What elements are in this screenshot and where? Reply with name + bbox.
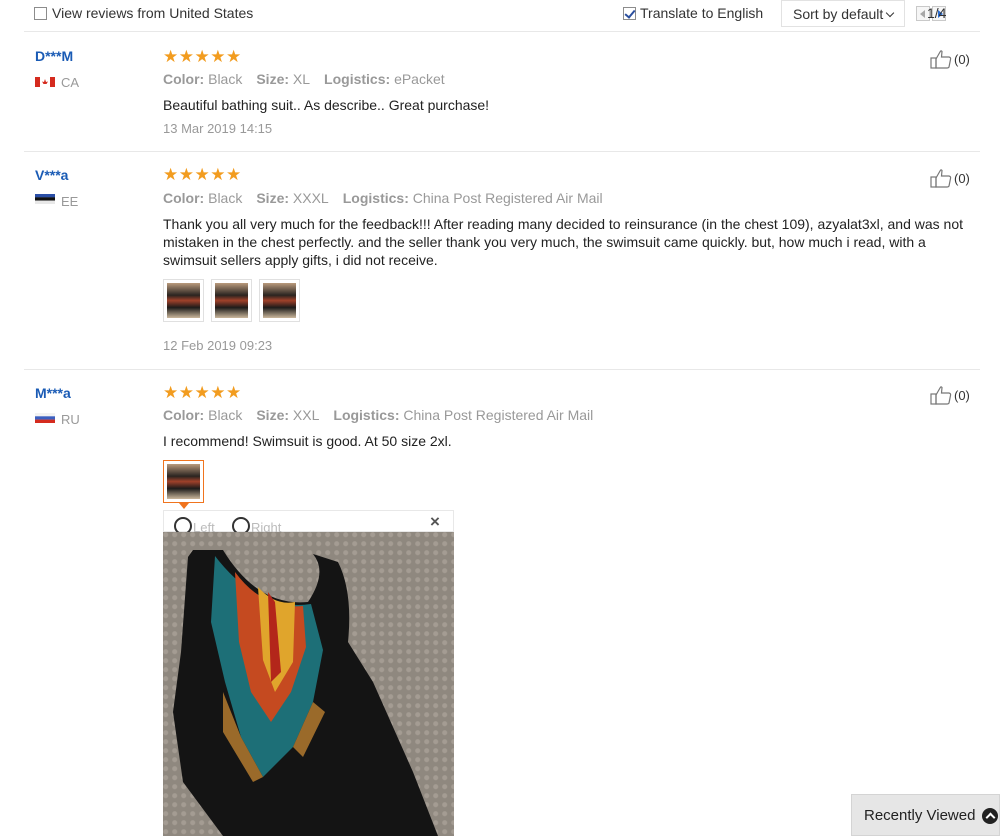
order-attributes: Color: Black Size: XXL Logistics: China Po… bbox=[163, 407, 593, 423]
review-date: 13 Mar 2019 14:15 bbox=[163, 121, 273, 136]
translate-label[interactable]: Translate to English bbox=[640, 5, 763, 21]
viewer-toolbar: Left Right × bbox=[163, 510, 454, 535]
review-photo-thumbnail[interactable] bbox=[259, 279, 300, 322]
reviewer-name[interactable]: D***M bbox=[35, 48, 73, 64]
review-item: V***a EE ★★★★★ Color: Black Size: XXXL Log… bbox=[24, 152, 980, 370]
translate-checkbox[interactable] bbox=[623, 7, 636, 20]
thumbs-up-icon[interactable] bbox=[930, 168, 952, 188]
sort-dropdown[interactable]: Sort by default bbox=[781, 0, 905, 27]
review-text: Thank you all very much for the feedback… bbox=[163, 216, 963, 268]
thumbs-up-icon[interactable] bbox=[930, 385, 952, 405]
color-value: Black bbox=[208, 190, 243, 206]
size-label: Size: bbox=[256, 190, 290, 206]
order-attributes: Color: Black Size: XL Logistics: ePacket bbox=[163, 71, 445, 87]
color-label: Color: bbox=[163, 407, 205, 423]
estonia-flag-icon bbox=[35, 194, 55, 204]
photo-viewer: Left Right × bbox=[163, 503, 454, 836]
view-us-checkbox[interactable] bbox=[34, 7, 47, 20]
star-rating: ★★★★★ bbox=[163, 47, 242, 66]
logistics-value: ePacket bbox=[394, 71, 445, 87]
photo-image bbox=[167, 283, 200, 318]
size-label: Size: bbox=[256, 71, 290, 87]
reviewer-name[interactable]: M***a bbox=[35, 385, 71, 401]
photo-image bbox=[215, 283, 248, 318]
logistics-value: China Post Registered Air Mail bbox=[403, 407, 594, 423]
russia-flag-icon bbox=[35, 413, 55, 423]
review-text: I recommend! Swimsuit is good. At 50 siz… bbox=[163, 433, 452, 449]
color-value: Black bbox=[208, 407, 243, 423]
logistics-label: Logistics: bbox=[342, 190, 409, 206]
canada-flag-icon bbox=[35, 77, 55, 87]
review-photo-thumbnail[interactable] bbox=[163, 279, 204, 322]
reviewer-country: RU bbox=[61, 412, 80, 427]
review-text: Beautiful bathing suit.. As describe.. G… bbox=[163, 97, 490, 113]
star-rating: ★★★★★ bbox=[163, 383, 242, 402]
size-value: XXXL bbox=[292, 190, 329, 206]
recently-viewed-button[interactable]: Recently Viewed bbox=[851, 794, 1000, 836]
recently-viewed-label: Recently Viewed bbox=[864, 807, 976, 824]
reviewer-country: EE bbox=[61, 194, 79, 209]
close-icon[interactable]: × bbox=[430, 512, 440, 532]
order-attributes: Color: Black Size: XXXL Logistics: China P… bbox=[163, 190, 603, 206]
review-date: 12 Feb 2019 09:23 bbox=[163, 338, 273, 353]
size-value: XL bbox=[292, 71, 311, 87]
sort-label: Sort by default bbox=[793, 6, 884, 22]
size-label: Size: bbox=[256, 407, 290, 423]
review-photo-thumbnail[interactable] bbox=[211, 279, 252, 322]
photo-image bbox=[263, 283, 296, 318]
logistics-value: China Post Registered Air Mail bbox=[412, 190, 603, 206]
photo-image bbox=[167, 464, 200, 499]
viewer-pointer bbox=[179, 503, 189, 509]
reviewer-name[interactable]: V***a bbox=[35, 167, 68, 183]
swimsuit-photo-image bbox=[173, 550, 438, 836]
logistics-label: Logistics: bbox=[333, 407, 400, 423]
chevron-up-icon bbox=[982, 808, 998, 824]
view-us-label[interactable]: View reviews from United States bbox=[52, 5, 253, 21]
color-label: Color: bbox=[163, 71, 205, 87]
thumbs-up-icon[interactable] bbox=[930, 49, 952, 69]
like-count: (0) bbox=[954, 388, 970, 403]
review-item: D***M CA ★★★★★ Color: Black Size: XL Logis… bbox=[24, 34, 980, 152]
reviewer-country: CA bbox=[61, 75, 80, 90]
color-label: Color: bbox=[163, 190, 205, 206]
page-indicator: 1/4 bbox=[927, 5, 947, 21]
color-value: Black bbox=[208, 71, 243, 87]
arrow-left-icon bbox=[920, 10, 925, 18]
like-count: (0) bbox=[954, 171, 970, 186]
size-value: XXL bbox=[292, 407, 320, 423]
review-filter-bar: View reviews from United States Translat… bbox=[24, 0, 980, 32]
review-photo-thumbnail[interactable] bbox=[163, 460, 204, 503]
logistics-label: Logistics: bbox=[324, 71, 391, 87]
like-count: (0) bbox=[954, 52, 970, 67]
chevron-down-icon bbox=[886, 8, 895, 18]
review-photo-large bbox=[163, 532, 454, 836]
star-rating: ★★★★★ bbox=[163, 165, 242, 184]
